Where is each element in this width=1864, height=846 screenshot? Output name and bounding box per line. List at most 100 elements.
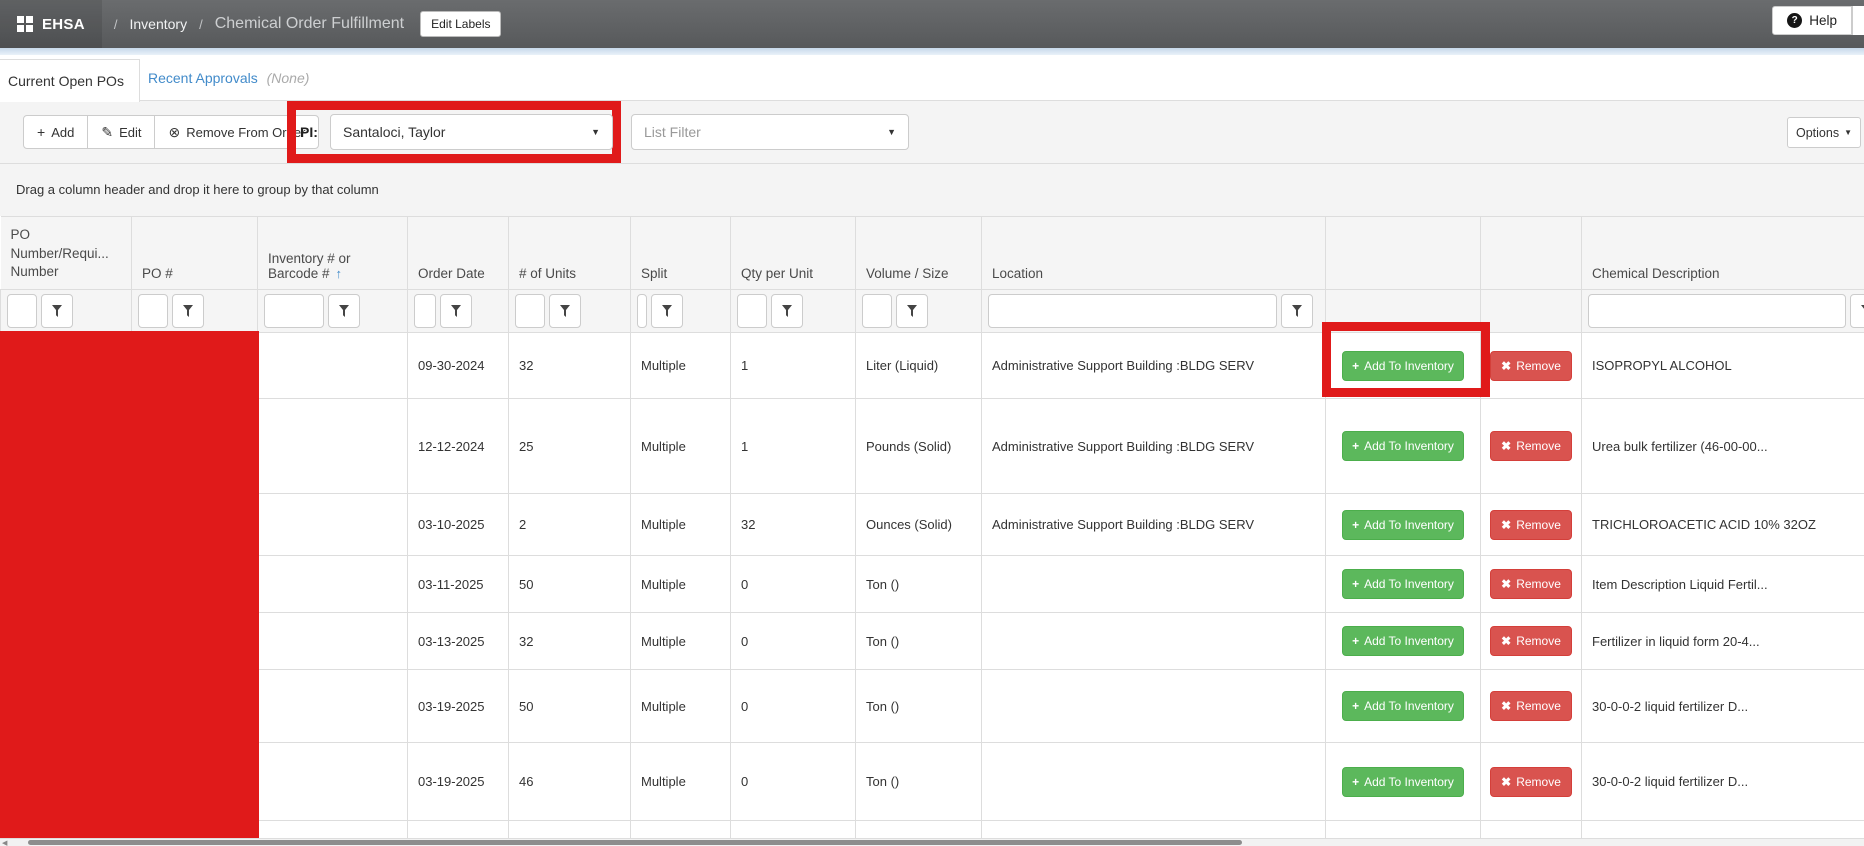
po-columns-redaction-block <box>0 331 259 841</box>
scroll-left-arrow-icon[interactable]: ◀ <box>2 839 7 846</box>
edit-button[interactable]: ✎ Edit <box>87 115 155 149</box>
orders-grid: PO Number/Requi... Number PO # Inventory… <box>0 216 1864 846</box>
filter-funnel-button[interactable] <box>41 294 73 328</box>
filter-input-volume-size[interactable] <box>862 294 892 328</box>
remove-button[interactable]: ✖ Remove <box>1490 351 1572 381</box>
filter-funnel-button[interactable] <box>172 294 204 328</box>
filter-funnel-icon <box>451 305 461 317</box>
column-header-units[interactable]: # of Units <box>509 217 631 290</box>
group-by-drop-zone[interactable]: Drag a column header and drop it here to… <box>0 164 1864 216</box>
add-to-inventory-button[interactable]: + Add To Inventory <box>1342 767 1464 797</box>
remove-button[interactable]: ✖ Remove <box>1490 510 1572 540</box>
cell-order-date: 03-13-2025 <box>408 613 509 670</box>
column-header-location[interactable]: Location <box>982 217 1326 290</box>
breadcrumb-inventory[interactable]: Inventory <box>130 16 188 32</box>
filter-funnel-button[interactable] <box>549 294 581 328</box>
horizontal-scrollbar-thumb[interactable] <box>28 840 1242 845</box>
breadcrumb-separator: / <box>114 17 118 32</box>
filter-input-chemical-description[interactable] <box>1588 294 1846 328</box>
add-to-inventory-button[interactable]: + Add To Inventory <box>1342 431 1464 461</box>
filter-funnel-icon <box>339 305 349 317</box>
filter-cell-empty <box>1481 290 1582 333</box>
add-to-inventory-label: Add To Inventory <box>1364 634 1454 648</box>
add-to-inventory-button[interactable]: + Add To Inventory <box>1342 569 1464 599</box>
cell-order-date: 03-19-2025 <box>408 743 509 821</box>
column-header-order-date[interactable]: Order Date <box>408 217 509 290</box>
cell-order-date: 03-10-2025 <box>408 494 509 556</box>
tab-recent-approvals-label: Recent Approvals <box>148 70 258 86</box>
cell-order-date: 12-12-2024 <box>408 399 509 494</box>
filter-funnel-button[interactable] <box>328 294 360 328</box>
x-icon: ✖ <box>1501 577 1511 591</box>
plus-icon: + <box>37 124 45 140</box>
remove-button[interactable]: ✖ Remove <box>1490 767 1572 797</box>
cell-order-date: 09-30-2024 <box>408 333 509 399</box>
filter-input-po-requisition[interactable] <box>7 294 37 328</box>
filter-funnel-button[interactable] <box>896 294 928 328</box>
cell-units: 25 <box>509 399 631 494</box>
column-header-po-requisition-number[interactable]: PO Number/Requi... Number <box>1 217 132 290</box>
filter-input-order-date[interactable] <box>414 294 436 328</box>
column-header-po-number[interactable]: PO # <box>132 217 258 290</box>
pi-select[interactable]: Santaloci, Taylor ▼ <box>330 114 613 150</box>
help-button[interactable]: ? Help <box>1772 6 1852 35</box>
filter-input-inventory-barcode[interactable] <box>264 294 324 328</box>
cell-qty-per-unit: 32 <box>731 494 856 556</box>
column-header-qty-per-unit[interactable]: Qty per Unit <box>731 217 856 290</box>
pi-select-value: Santaloci, Taylor <box>343 124 445 140</box>
filter-input-location[interactable] <box>988 294 1277 328</box>
app-brand[interactable]: EHSA <box>0 0 102 48</box>
remove-button[interactable]: ✖ Remove <box>1490 431 1572 461</box>
filter-funnel-button[interactable] <box>1850 294 1864 328</box>
remove-button[interactable]: ✖ Remove <box>1490 569 1572 599</box>
filter-funnel-button[interactable] <box>771 294 803 328</box>
options-button[interactable]: Options ▼ <box>1787 117 1861 148</box>
plus-icon: + <box>1352 518 1359 532</box>
cell-chemical-description: TRICHLOROACETIC ACID 10% 32OZ <box>1582 494 1864 556</box>
tab-current-open-pos[interactable]: Current Open POs <box>0 59 140 102</box>
add-to-inventory-button[interactable]: + Add To Inventory <box>1342 626 1464 656</box>
add-button[interactable]: + Add <box>23 115 88 149</box>
cell-inventory-barcode <box>258 670 408 743</box>
filter-input-po[interactable] <box>138 294 168 328</box>
add-to-inventory-button[interactable]: + Add To Inventory <box>1342 510 1464 540</box>
cell-split: Multiple <box>631 399 731 494</box>
clipped-edge-button[interactable] <box>1852 6 1864 35</box>
remove-button[interactable]: ✖ Remove <box>1490 626 1572 656</box>
add-to-inventory-label: Add To Inventory <box>1364 577 1454 591</box>
filter-input-split[interactable] <box>637 294 647 328</box>
horizontal-scrollbar[interactable]: ◀ <box>0 838 1864 846</box>
cell-volume-size: Ton () <box>856 556 982 613</box>
filter-funnel-button[interactable] <box>440 294 472 328</box>
filter-funnel-button[interactable] <box>1281 294 1313 328</box>
filter-input-qty-per-unit[interactable] <box>737 294 767 328</box>
cell-qty-per-unit: 0 <box>731 556 856 613</box>
column-header-chemical-description[interactable]: Chemical Description <box>1582 217 1864 290</box>
column-header-volume-size[interactable]: Volume / Size <box>856 217 982 290</box>
cell-split: Multiple <box>631 333 731 399</box>
edit-button-label: Edit <box>119 125 141 140</box>
cell-chemical-description: Fertilizer in liquid form 20-4... <box>1582 613 1864 670</box>
table-row: 03-10-2025 2 Multiple 32 Ounces (Solid) … <box>1 494 1864 556</box>
remove-label: Remove <box>1516 775 1561 789</box>
pencil-icon: ✎ <box>101 124 113 141</box>
filter-input-units[interactable] <box>515 294 545 328</box>
column-header-split[interactable]: Split <box>631 217 731 290</box>
cell-split: Multiple <box>631 613 731 670</box>
cell-chemical-description: 30-0-0-2 liquid fertilizer D... <box>1582 670 1864 743</box>
add-to-inventory-highlight-annotation <box>1322 322 1490 397</box>
list-filter-select[interactable]: List Filter ▼ <box>631 114 909 150</box>
filter-funnel-icon <box>1292 305 1302 317</box>
x-icon: ✖ <box>1501 359 1511 373</box>
remove-button[interactable]: ✖ Remove <box>1490 691 1572 721</box>
cell-units: 50 <box>509 670 631 743</box>
add-to-inventory-button[interactable]: + Add To Inventory <box>1342 691 1464 721</box>
tab-recent-approvals[interactable]: Recent Approvals (None) <box>148 70 309 86</box>
cell-qty-per-unit: 1 <box>731 333 856 399</box>
edit-labels-button[interactable]: Edit Labels <box>420 11 501 37</box>
header-accent-strip <box>0 48 1864 55</box>
column-header-inventory-barcode[interactable]: Inventory # or Barcode #↑ <box>258 217 408 290</box>
filter-funnel-button[interactable] <box>651 294 683 328</box>
cell-volume-size: Liter (Liquid) <box>856 333 982 399</box>
add-to-inventory-label: Add To Inventory <box>1364 439 1454 453</box>
